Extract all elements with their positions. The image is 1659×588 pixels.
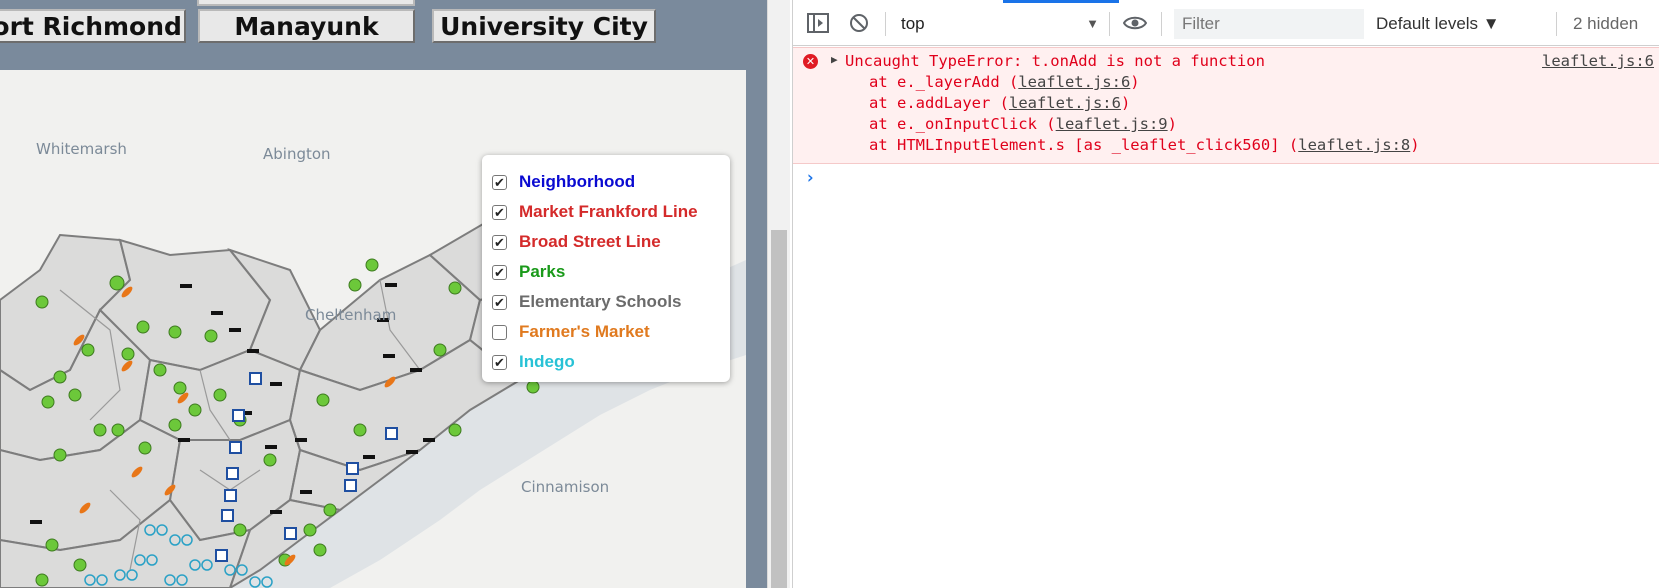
checked-checkbox[interactable]: ✔ — [492, 174, 507, 190]
layer-toggle-row[interactable]: ✔ Parks — [492, 257, 720, 287]
filter-input[interactable] — [1174, 9, 1364, 39]
checked-checkbox[interactable]: ✔ — [492, 294, 507, 310]
error-source-link[interactable]: leaflet.js:6 — [1542, 52, 1654, 70]
console-prompt-icon[interactable]: › — [805, 168, 815, 188]
layer-toggle-row[interactable]: ✔ Broad Street Line — [492, 227, 720, 257]
checked-checkbox[interactable]: ✔ — [492, 354, 507, 370]
layer-label: Broad Street Line — [519, 232, 661, 251]
error-text: Uncaught TypeError: t.onAdd is not a fun… — [845, 52, 1265, 70]
layer-toggle-row[interactable]: Farmer's Market — [492, 317, 720, 347]
place-label-abington: Abington — [263, 145, 331, 163]
stack-frame-suffix: ) — [1167, 115, 1177, 133]
layer-toggle-row[interactable]: ✔ Market Frankford Line — [492, 197, 720, 227]
stack-frame: at e._onInputClick (leaflet.js:9) — [869, 115, 1177, 133]
layer-control: ✔ Neighborhood ✔ Market Frankford Line ✔ Broa… — [482, 155, 730, 382]
layer-label: Parks — [519, 262, 566, 281]
place-label-cinnamison: Cinnamison — [521, 478, 610, 496]
layer-toggle-row[interactable]: ✔ Neighborhood — [492, 167, 720, 197]
toolbar-separator — [1556, 12, 1557, 36]
web-app-pane: Port Richmond Manayunk University City — [0, 0, 767, 588]
console-error-message[interactable]: ✕ ▶ Uncaught TypeError: t.onAdd is not a… — [793, 47, 1659, 164]
stack-frame-text: at e.addLayer ( — [869, 94, 1009, 112]
sidebar-toggle-icon[interactable] — [807, 13, 829, 38]
layer-label: Indego — [519, 352, 575, 371]
page-scrollbar-thumb[interactable] — [771, 230, 787, 588]
hidden-messages-count[interactable]: 2 hidden — [1573, 14, 1638, 34]
unchecked-checkbox[interactable] — [492, 324, 507, 340]
checked-checkbox[interactable]: ✔ — [492, 264, 507, 280]
leaflet-map[interactable]: Whitemarsh Abington Cheltenham Cinnamiso… — [0, 70, 746, 588]
devtools-console: top ▼ Default levels ▼ 2 hidden ✕ ▶ Unca… — [792, 0, 1659, 588]
stack-frame-suffix: ) — [1410, 136, 1420, 154]
stack-frame-link[interactable]: leaflet.js:9 — [1056, 115, 1168, 133]
stack-frame-link[interactable]: leaflet.js:8 — [1298, 136, 1410, 154]
layer-label: Neighborhood — [519, 172, 636, 191]
checked-checkbox[interactable]: ✔ — [492, 234, 507, 250]
execution-context-value: top — [901, 14, 925, 33]
stack-frame-text: at e._onInputClick ( — [869, 115, 1056, 133]
log-levels-dropdown[interactable]: Default levels ▼ — [1376, 14, 1500, 34]
toolbar-separator — [1109, 12, 1110, 36]
stack-frame-link[interactable]: leaflet.js:6 — [1018, 73, 1130, 91]
console-toolbar: top ▼ Default levels ▼ 2 hidden — [793, 0, 1659, 46]
nav-button-stub — [197, 0, 415, 6]
layer-label: Market Frankford Line — [519, 202, 698, 221]
checked-checkbox[interactable]: ✔ — [492, 204, 507, 220]
layer-toggle-row[interactable]: ✔ Indego — [492, 347, 720, 377]
error-icon: ✕ — [803, 54, 818, 69]
stack-frame: at e.addLayer (leaflet.js:6) — [869, 94, 1130, 112]
clear-console-icon[interactable] — [849, 13, 869, 38]
place-label-whitemarsh: Whitemarsh — [36, 140, 127, 158]
stack-frame-link[interactable]: leaflet.js:6 — [1009, 94, 1121, 112]
stack-frame-suffix: ) — [1120, 94, 1131, 112]
expand-triangle-icon[interactable]: ▶ — [831, 53, 838, 66]
nav-button-port-richmond[interactable]: Port Richmond — [0, 9, 186, 43]
layer-label: Elementary Schools — [519, 292, 682, 311]
toolbar-separator — [885, 12, 886, 36]
nav-button-manayunk[interactable]: Manayunk — [198, 9, 415, 43]
execution-context-select[interactable]: top ▼ — [901, 10, 1099, 38]
layer-toggle-row[interactable]: ✔ Elementary Schools — [492, 287, 720, 317]
eye-icon[interactable] — [1122, 14, 1148, 37]
stack-frame-text: at HTMLInputElement.s [as _leaflet_click… — [869, 136, 1299, 154]
chevron-down-icon: ▼ — [1086, 16, 1099, 31]
page-scrollbar[interactable] — [767, 0, 790, 588]
place-label-cheltenham: Cheltenham — [305, 306, 397, 324]
stack-frame: at e._layerAdd (leaflet.js:6) — [869, 73, 1140, 91]
layer-label: Farmer's Market — [519, 322, 650, 341]
stack-frame-suffix: ) — [1130, 73, 1140, 91]
stack-frame: at HTMLInputElement.s [as _leaflet_click… — [869, 136, 1420, 154]
stack-frame-text: at e._layerAdd ( — [869, 73, 1019, 91]
nav-button-university-city[interactable]: University City — [432, 9, 656, 43]
active-tab-indicator — [1003, 0, 1119, 3]
toolbar-separator — [1161, 12, 1162, 36]
